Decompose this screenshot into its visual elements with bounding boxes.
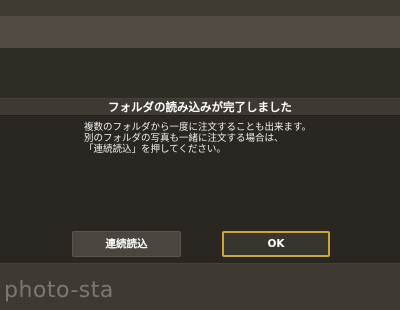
dialog-title: フォルダの読み込みが完了しました: [108, 100, 292, 114]
dialog-message: 複数のフォルダから一度に注文することも出来ます。 別のフォルダの写真も一緒に注文…: [84, 122, 384, 155]
screen: フォルダの読み込みが完了しました 複数のフォルダから一度に注文することも出来ます…: [0, 0, 400, 310]
completion-dialog: フォルダの読み込みが完了しました 複数のフォルダから一度に注文することも出来ます…: [0, 98, 400, 264]
dialog-title-bar: フォルダの読み込みが完了しました: [0, 99, 400, 116]
top-bar: [0, 0, 400, 16]
background-band: [0, 16, 400, 48]
ok-button[interactable]: OK: [222, 231, 330, 257]
continuous-load-button[interactable]: 連続読込: [72, 231, 181, 257]
watermark: photo-sta: [4, 278, 114, 303]
message-line: 「連続読込」を押してください。: [84, 144, 226, 155]
message-line: 複数のフォルダから一度に注文することも出来ます。: [84, 122, 312, 133]
message-line: 別のフォルダの写真も一緒に注文する場合は、: [84, 133, 284, 144]
background-panel: [0, 48, 400, 98]
